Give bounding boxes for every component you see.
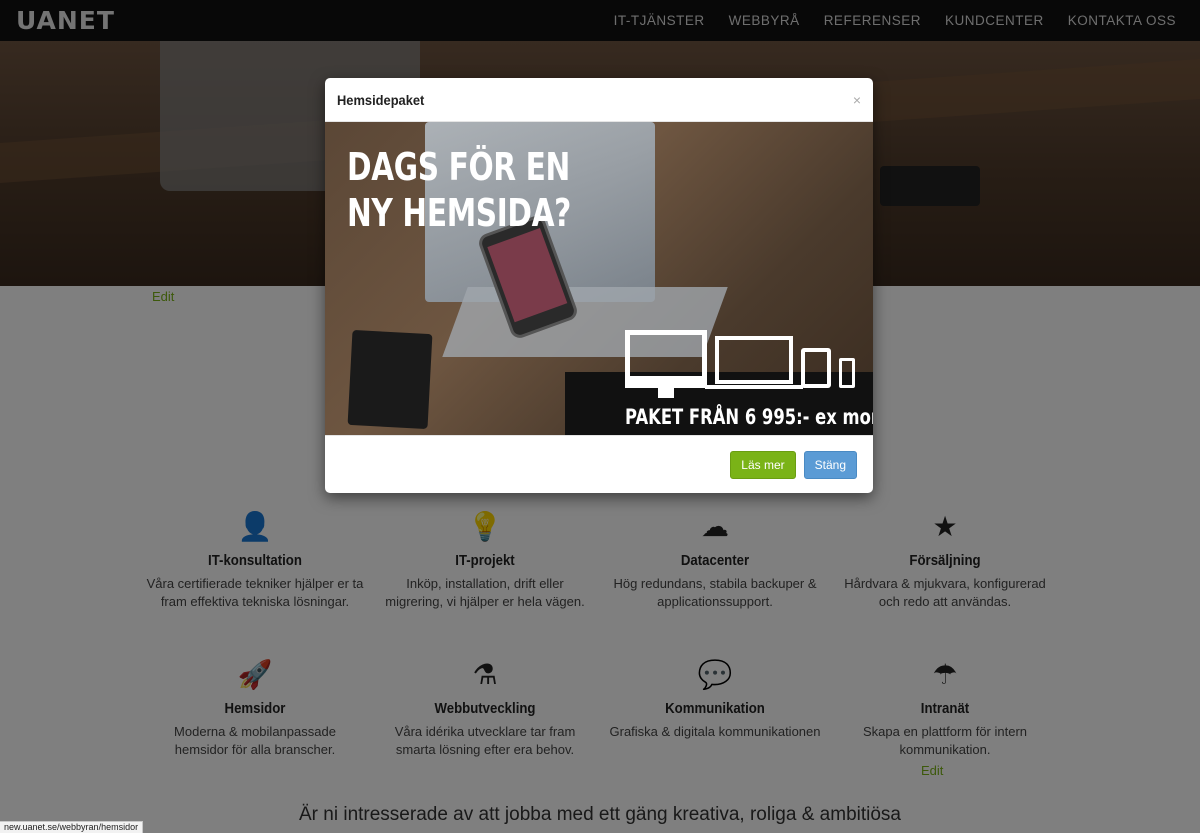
close-icon[interactable]: × (853, 92, 861, 108)
laptop-icon (705, 336, 803, 389)
monitor-icon (625, 330, 707, 398)
read-more-button[interactable]: Läs mer (730, 450, 796, 479)
hemsidepaket-modal: Hemsidepaket × DAGS FÖR EN NY HEMSIDA? P… (325, 78, 873, 493)
close-button[interactable]: Stäng (803, 450, 857, 479)
promo-notebook (347, 329, 433, 430)
devices-icon (625, 330, 855, 398)
tablet-icon (801, 348, 831, 388)
promo-headline-line2: NY HEMSIDA? (347, 191, 571, 235)
modal-title: Hemsidepaket (337, 91, 425, 108)
status-bar-url: new.uanet.se/webbyran/hemsidor (0, 821, 144, 833)
phone-icon (839, 358, 855, 388)
promo-banner[interactable]: DAGS FÖR EN NY HEMSIDA? PAKET FRÅN 6 995… (325, 122, 873, 435)
promo-headline-line1: DAGS FÖR EN (347, 145, 570, 189)
modal-footer: Läs mer Stäng (325, 435, 873, 493)
modal-header: Hemsidepaket × (325, 78, 873, 122)
promo-headline: DAGS FÖR EN NY HEMSIDA? (347, 144, 571, 236)
promo-price: PAKET FRÅN 6 995:- ex moms (625, 405, 873, 429)
